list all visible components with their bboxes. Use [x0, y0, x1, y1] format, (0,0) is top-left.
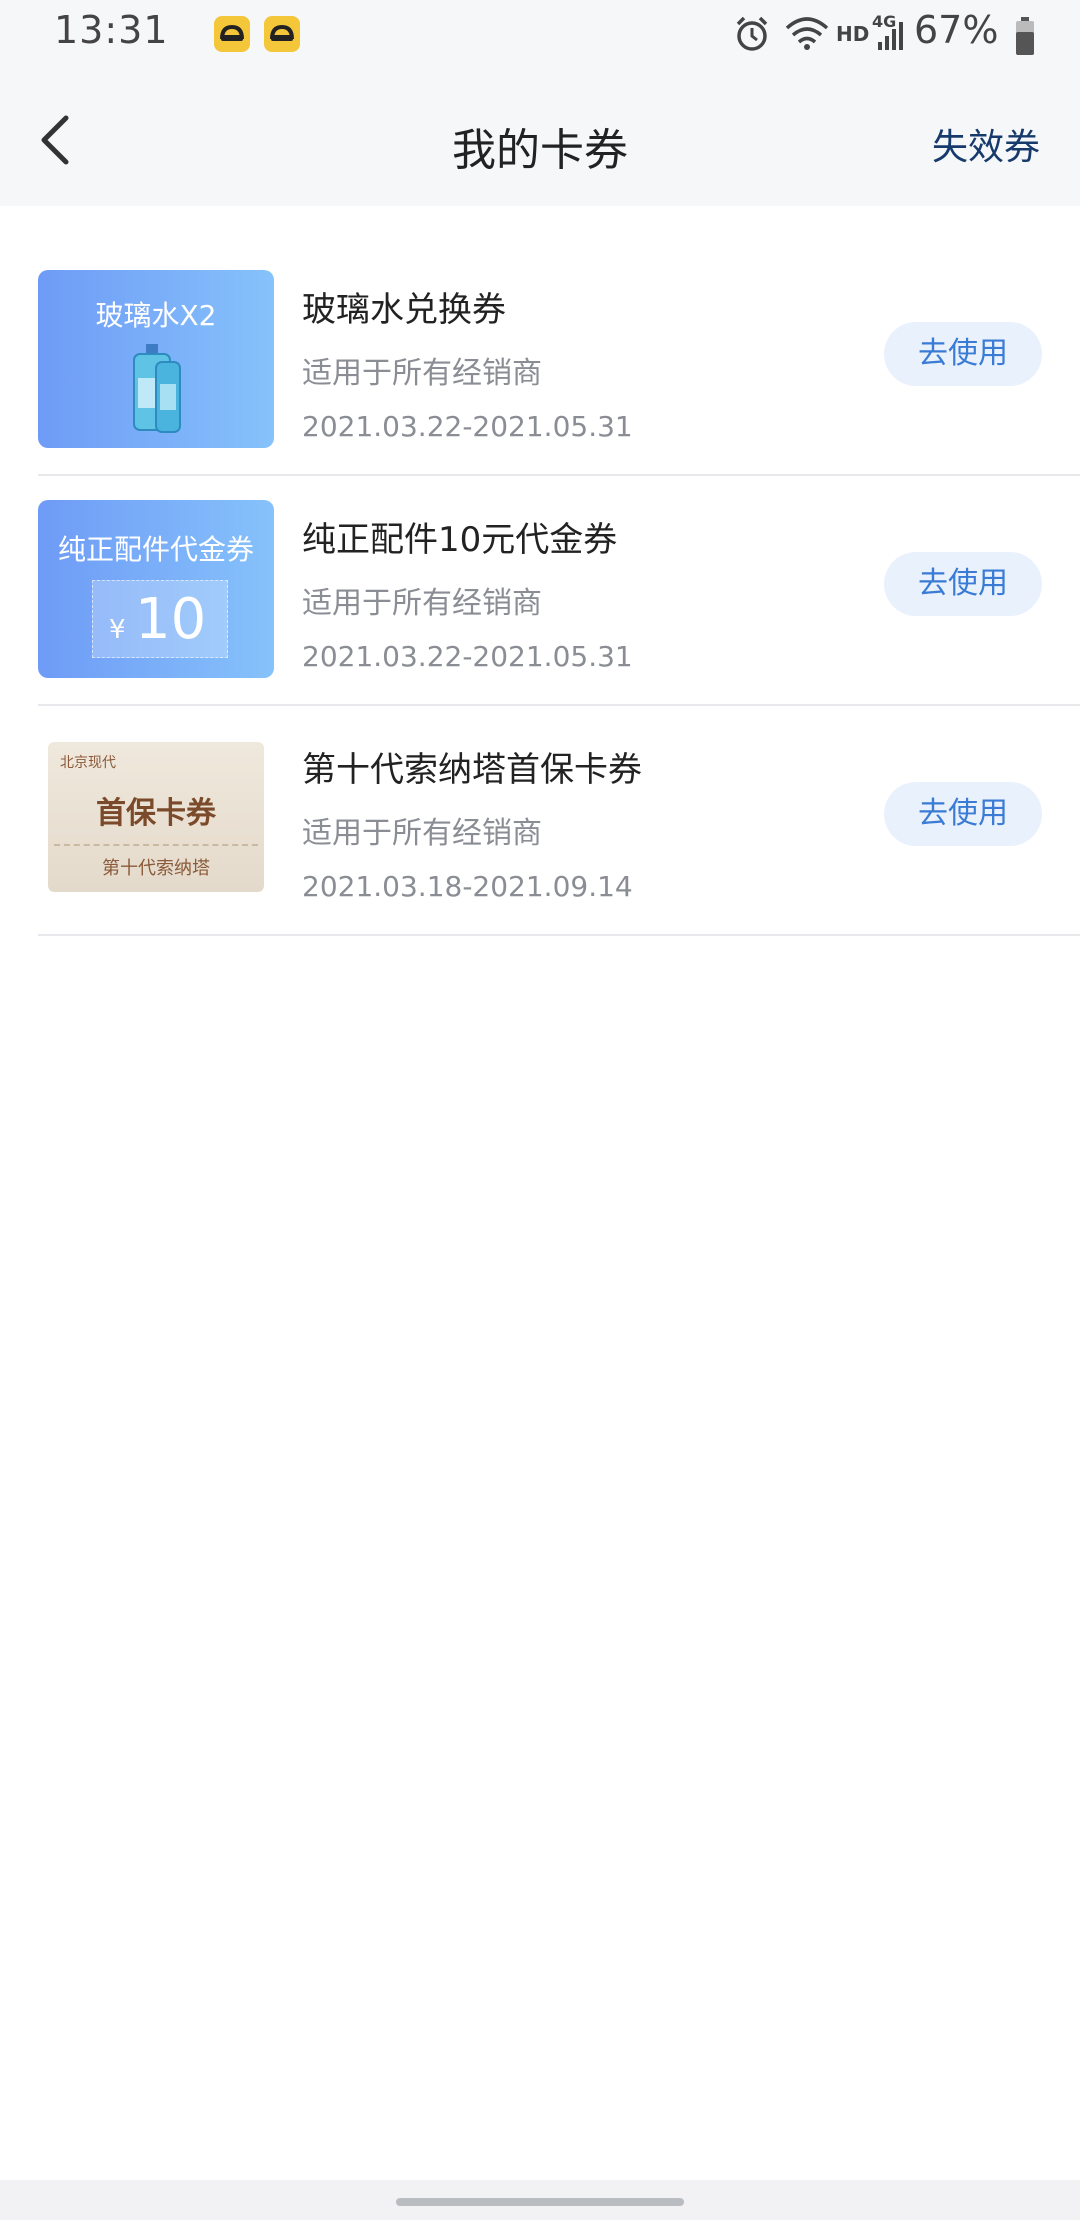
ticket-sub-text: 第十代索纳塔 — [102, 858, 210, 879]
signal-icon — [878, 22, 903, 50]
coupon-date: 2021.03.22-2021.05.31 — [302, 640, 633, 673]
washer-fluid-bottle-icon — [133, 344, 181, 433]
app-notification-icon — [264, 16, 300, 52]
coupon-scope: 适用于所有经销商 — [302, 356, 542, 391]
amount-box: ¥ 10 — [92, 580, 228, 658]
coupon-thumbnail: 北京现代 首保卡券 第十代索纳塔 — [38, 730, 274, 908]
brand-logo-text: 北京现代 — [60, 755, 116, 771]
app-notification-icon — [214, 16, 250, 52]
thumbnail-title: 玻璃水X2 — [95, 299, 217, 332]
wifi-icon — [785, 17, 829, 50]
coupon-item[interactable]: 玻璃水X2 玻璃水兑换券 适用于所有经销商 2021.03.22-2021.05… — [38, 206, 1080, 476]
alarm-icon — [736, 16, 768, 51]
coupon-name: 玻璃水兑换券 — [302, 290, 506, 330]
home-indicator[interactable] — [396, 2198, 684, 2206]
thumbnail-title: 纯正配件代金券 — [57, 533, 254, 566]
coupon-scope: 适用于所有经销商 — [302, 816, 542, 851]
coupon-thumbnail: 玻璃水X2 — [38, 270, 274, 448]
battery-icon — [1016, 17, 1034, 55]
page-title: 我的卡券 — [452, 125, 628, 176]
use-coupon-button[interactable]: 去使用 — [884, 322, 1042, 386]
page: 13:31 HD 4G 67% 我的卡券 失效券 玻璃水X2 玻璃水兑换券 适用… — [0, 0, 1080, 2220]
use-coupon-button[interactable]: 去使用 — [884, 782, 1042, 846]
coupon-name: 第十代索纳塔首保卡券 — [302, 750, 642, 790]
navigation-bar — [0, 2180, 1080, 2220]
coupon-name: 纯正配件10元代金券 — [302, 520, 618, 560]
battery-percent: 67% — [914, 8, 999, 52]
network-hd-label: HD — [836, 22, 870, 46]
coupon-item[interactable]: 纯正配件代金券 ¥ 10 纯正配件10元代金券 适用于所有经销商 2021.03… — [38, 476, 1080, 706]
use-coupon-button[interactable]: 去使用 — [884, 552, 1042, 616]
status-time: 13:31 — [54, 8, 169, 52]
currency-symbol: ¥ — [109, 615, 126, 645]
coupon-scope: 适用于所有经销商 — [302, 586, 542, 621]
header: 我的卡券 失效券 — [0, 68, 1080, 206]
expired-coupons-link[interactable]: 失效券 — [932, 118, 1040, 170]
status-bar: 13:31 HD 4G 67% — [0, 0, 1080, 68]
coupon-amount: 10 — [135, 587, 207, 652]
ticket-divider — [54, 844, 258, 846]
ticket-main-text: 首保卡券 — [96, 796, 216, 831]
coupon-item[interactable]: 北京现代 首保卡券 第十代索纳塔 第十代索纳塔首保卡券 适用于所有经销商 202… — [38, 706, 1080, 936]
coupon-thumbnail: 纯正配件代金券 ¥ 10 — [38, 500, 274, 678]
coupon-date: 2021.03.18-2021.09.14 — [302, 870, 633, 903]
coupon-date: 2021.03.22-2021.05.31 — [302, 410, 633, 443]
ticket-card: 北京现代 首保卡券 第十代索纳塔 — [48, 742, 264, 892]
